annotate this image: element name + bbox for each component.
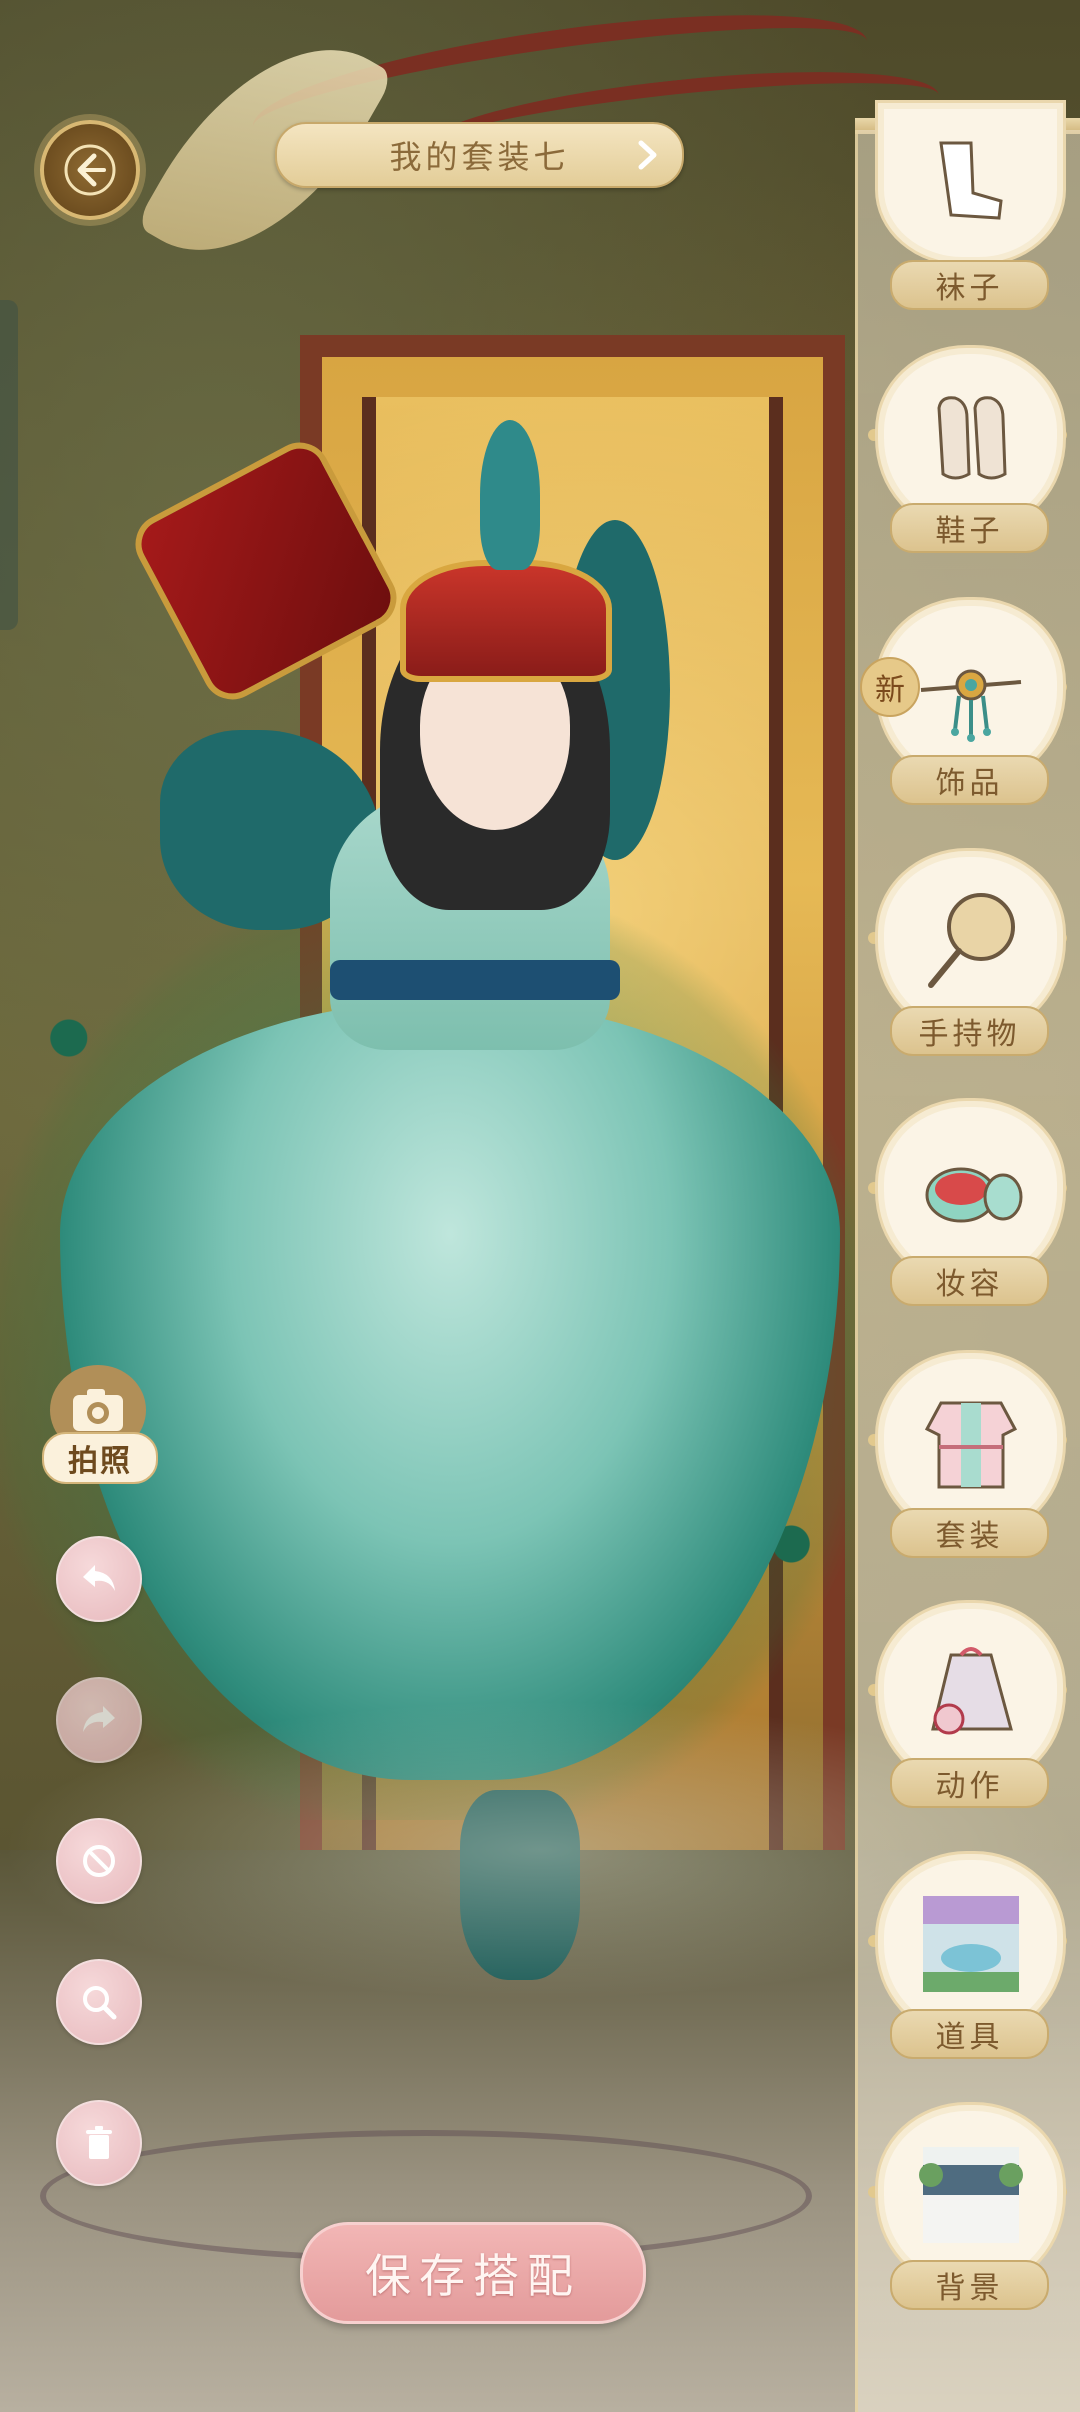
socks-icon bbox=[938, 141, 1003, 220]
category-props[interactable]: 道具 bbox=[868, 1851, 1067, 2096]
category-pose[interactable]: 动作 bbox=[868, 1600, 1067, 1845]
new-badge: 新 bbox=[860, 657, 920, 717]
hairpin-icon bbox=[920, 669, 1021, 742]
redo-icon bbox=[83, 1706, 115, 1732]
dress-up-screen: 我的套装七 袜子 鞋子 新 饰品 手持物 妆容 套装 动作 道具 背景 拍照 保… bbox=[0, 0, 1080, 2412]
category-accessories[interactable]: 新 饰品 bbox=[860, 597, 1067, 842]
category-outfit[interactable]: 套装 bbox=[868, 1350, 1067, 1595]
shoes-icon bbox=[936, 396, 1007, 480]
character-model[interactable] bbox=[0, 0, 860, 2412]
zoom-button[interactable] bbox=[56, 1959, 142, 2045]
category-label: 饰品 bbox=[890, 755, 1049, 805]
back-arrow-icon bbox=[64, 144, 116, 196]
background-icon bbox=[918, 2147, 1023, 2243]
redo-button[interactable] bbox=[56, 1677, 142, 1763]
save-outfit-button[interactable]: 保存搭配 bbox=[300, 2222, 646, 2324]
undo-button[interactable] bbox=[56, 1536, 142, 1622]
chevron-right-icon bbox=[638, 140, 657, 170]
clear-button[interactable] bbox=[56, 1818, 142, 1904]
category-shoes[interactable]: 鞋子 bbox=[868, 345, 1067, 590]
category-label: 妆容 bbox=[890, 1256, 1049, 1306]
category-label: 道具 bbox=[890, 2009, 1049, 2059]
socks-thumbnail bbox=[875, 100, 1066, 266]
outfit-icon bbox=[924, 1401, 1017, 1489]
outfit-name-selector[interactable]: 我的套装七 bbox=[275, 122, 684, 188]
peacock-crest bbox=[480, 420, 540, 570]
makeup-compact-icon bbox=[925, 1167, 1022, 1223]
prohibit-icon bbox=[83, 1845, 115, 1877]
waist-sash bbox=[330, 960, 620, 1000]
category-makeup[interactable]: 妆容 bbox=[868, 1098, 1067, 1343]
category-label: 动作 bbox=[890, 1758, 1049, 1808]
trash-icon bbox=[86, 2126, 112, 2159]
undo-icon bbox=[83, 1565, 115, 1591]
pose-icon bbox=[930, 1647, 1013, 1735]
photo-label[interactable]: 拍照 bbox=[42, 1432, 158, 1484]
category-label: 鞋子 bbox=[890, 503, 1049, 553]
category-label: 套装 bbox=[890, 1508, 1049, 1558]
red-drum-prop bbox=[124, 432, 408, 710]
save-outfit-label: 保存搭配 bbox=[365, 2249, 581, 2303]
category-label: 背景 bbox=[890, 2260, 1049, 2310]
fan-icon bbox=[927, 893, 1015, 988]
category-socks[interactable]: 袜子 bbox=[870, 100, 1066, 310]
category-handheld[interactable]: 手持物 bbox=[868, 848, 1067, 1093]
back-button[interactable] bbox=[40, 120, 140, 220]
delete-button[interactable] bbox=[56, 2100, 142, 2186]
outfit-name: 我的套装七 bbox=[389, 138, 570, 176]
category-label: 袜子 bbox=[890, 260, 1049, 310]
category-label: 手持物 bbox=[890, 1006, 1049, 1056]
magnifier-icon bbox=[83, 1986, 117, 2020]
scene-prop-icon bbox=[922, 1896, 1019, 1992]
headdress bbox=[400, 560, 612, 682]
category-background[interactable]: 背景 bbox=[868, 2102, 1067, 2347]
